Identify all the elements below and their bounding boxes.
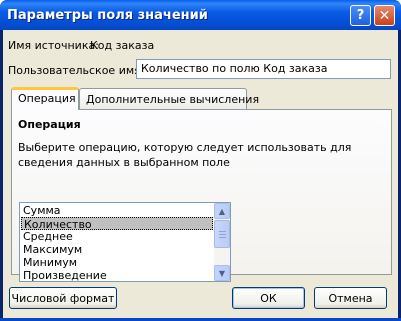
scroll-thumb[interactable] (214, 220, 230, 248)
chevron-down-icon: ▼ (218, 268, 226, 278)
source-name-value: Код заказа (90, 39, 155, 52)
list-item-average[interactable]: Среднее (21, 230, 213, 243)
grip-line (219, 231, 226, 232)
listbox-scrollbar[interactable]: ▲ ▼ (214, 203, 230, 281)
list-item-product[interactable]: Произведение (21, 269, 213, 281)
operation-listbox[interactable]: Сумма Количество Среднее Максимум Миниму… (19, 202, 231, 282)
list-item-count[interactable]: Количество (21, 217, 213, 231)
cancel-button[interactable]: Отмена (314, 287, 387, 309)
list-item-max[interactable]: Максимум (21, 243, 213, 256)
custom-name-label: Пользовательское имя: (8, 64, 145, 77)
help-icon: ? (356, 8, 365, 23)
help-button[interactable]: ? (350, 5, 371, 26)
operation-tab-panel: Операция Выберите операцию, которую след… (11, 109, 392, 282)
number-format-button[interactable]: Числовой формат (9, 287, 117, 309)
operation-group-title: Операция (18, 118, 81, 131)
chevron-up-icon: ▲ (218, 206, 226, 216)
dialog-window: Параметры поля значений ? ✕ Имя источник… (0, 0, 401, 321)
scroll-down-button[interactable]: ▼ (214, 265, 230, 281)
close-button[interactable]: ✕ (374, 5, 395, 26)
close-icon: ✕ (378, 7, 391, 24)
ok-button[interactable]: ОК (232, 287, 305, 309)
dialog-body: Имя источника: Код заказа Пользовательск… (3, 30, 398, 318)
list-item-sum[interactable]: Сумма (21, 204, 213, 217)
custom-name-input[interactable]: Количество по полю Код заказа (136, 59, 391, 79)
source-name-label: Имя источника: (8, 39, 99, 52)
tab-additional-calculations[interactable]: Дополнительные вычисления (79, 88, 259, 110)
list-item-min[interactable]: Минимум (21, 256, 213, 269)
tab-operation[interactable]: Операция (11, 87, 79, 110)
grip-line (219, 237, 226, 238)
grip-line (219, 234, 226, 235)
scroll-up-button[interactable]: ▲ (214, 203, 230, 219)
title-bar[interactable]: Параметры поля значений ? ✕ (0, 0, 401, 30)
window-title: Параметры поля значений (7, 8, 208, 23)
operation-description: Выберите операцию, которую следует испол… (18, 141, 352, 169)
